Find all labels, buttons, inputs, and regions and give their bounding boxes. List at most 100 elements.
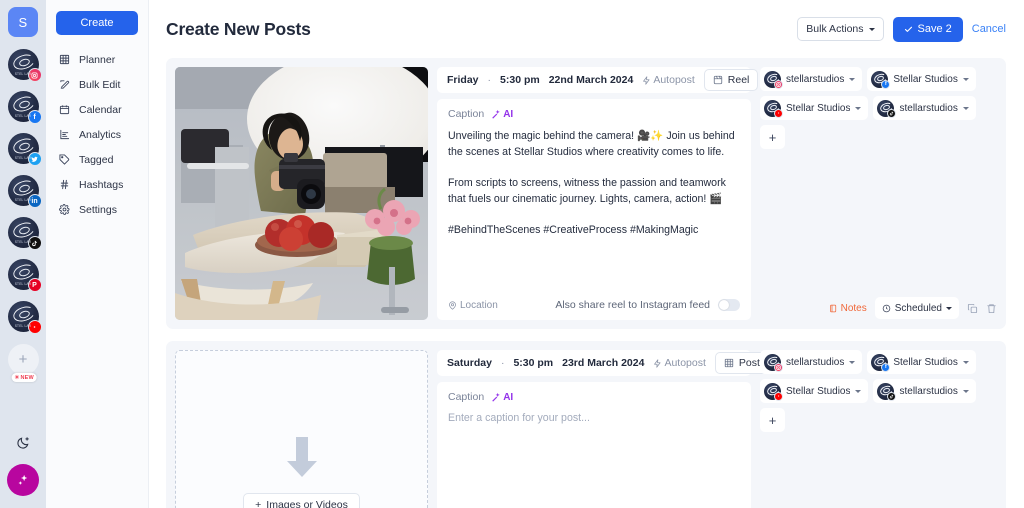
cancel-button[interactable]: Cancel bbox=[972, 23, 1006, 35]
account-chip-facebook[interactable]: f Stellar Studios bbox=[867, 67, 976, 91]
rail-account-tiktok[interactable]: STEL LAR bbox=[7, 217, 42, 250]
chevron-down-icon bbox=[962, 77, 969, 81]
rail-account-pinterest[interactable]: STEL LAR P bbox=[7, 259, 42, 292]
post-card: + Images or Videos Saturday · 5:30 pm 23… bbox=[166, 341, 1006, 508]
post-media[interactable] bbox=[175, 67, 428, 320]
ai-label: AI bbox=[503, 108, 514, 120]
post-details: Saturday · 5:30 pm 23rd March 2024 Autop… bbox=[437, 350, 769, 508]
ai-assistant-button[interactable] bbox=[7, 464, 39, 496]
caption-panel: Caption AI Enter a caption for your post… bbox=[437, 382, 751, 508]
add-account-chip-button[interactable]: + bbox=[760, 408, 785, 432]
account-chip-facebook[interactable]: f Stellar Studios bbox=[867, 350, 976, 374]
post-type-button[interactable]: Reel bbox=[703, 69, 759, 91]
media-dropzone[interactable]: + Images or Videos bbox=[175, 350, 428, 508]
ai-generate-button[interactable]: AI bbox=[491, 109, 513, 120]
post-date[interactable]: 23rd March 2024 bbox=[562, 357, 644, 369]
account-chip-youtube[interactable]: Stellar Studios bbox=[760, 379, 869, 403]
reel-icon bbox=[713, 75, 723, 85]
edit-square-icon bbox=[58, 79, 71, 90]
autopost-button[interactable]: Autopost bbox=[642, 74, 695, 86]
chevron-down-icon bbox=[855, 106, 862, 110]
post-accounts-panel: stellarstudios f Stellar Studios Stellar… bbox=[760, 350, 997, 508]
rail-account-twitter[interactable]: STEL LAR bbox=[7, 133, 42, 166]
rail-account-facebook[interactable]: STEL LAR f bbox=[7, 91, 42, 124]
account-chip-tiktok[interactable]: stellarstudios bbox=[873, 96, 976, 120]
account-chip-instagram[interactable]: stellarstudios bbox=[760, 350, 863, 374]
rail-account-instagram[interactable]: STEL LAR bbox=[7, 49, 42, 82]
avatar bbox=[764, 353, 783, 372]
chevron-down-icon bbox=[849, 77, 856, 81]
add-account-button[interactable]: + ✳ NEW bbox=[7, 344, 39, 382]
caption-header: Caption AI bbox=[448, 391, 740, 403]
bulk-actions-label: Bulk Actions bbox=[806, 23, 864, 35]
page-title: Create New Posts bbox=[166, 18, 311, 39]
avatar bbox=[764, 382, 783, 401]
post-media[interactable]: + Images or Videos bbox=[175, 350, 428, 508]
caption-text[interactable]: Unveiling the magic behind the camera! 🎥… bbox=[448, 129, 740, 239]
location-button[interactable]: Location bbox=[448, 300, 498, 311]
post-type-label: Reel bbox=[727, 74, 750, 86]
account-name: stellarstudios bbox=[786, 73, 845, 85]
ai-generate-button[interactable]: AI bbox=[491, 392, 513, 403]
create-button[interactable]: Create bbox=[56, 11, 138, 35]
dark-mode-toggle-icon[interactable] bbox=[16, 436, 30, 450]
notes-button[interactable]: Notes bbox=[829, 303, 867, 314]
instagram-icon bbox=[774, 362, 783, 372]
meta-separator: · bbox=[500, 357, 505, 369]
rail-account-linkedin[interactable]: STEL LAR in bbox=[7, 175, 42, 208]
calendar-icon bbox=[58, 104, 71, 115]
duplicate-post-button[interactable] bbox=[967, 303, 978, 314]
sidebar-item-planner[interactable]: Planner bbox=[46, 47, 148, 72]
bulk-actions-button[interactable]: Bulk Actions bbox=[797, 17, 884, 41]
sidebar-item-bulk-edit[interactable]: Bulk Edit bbox=[46, 72, 148, 97]
autopost-button[interactable]: Autopost bbox=[653, 357, 706, 369]
caption-placeholder[interactable]: Enter a caption for your post... bbox=[448, 412, 740, 424]
avatar: f bbox=[871, 70, 891, 89]
rail-footer bbox=[0, 436, 46, 496]
add-media-button[interactable]: + Images or Videos bbox=[243, 492, 360, 508]
post-day[interactable]: Saturday bbox=[447, 357, 492, 369]
post-time[interactable]: 5:30 pm bbox=[513, 357, 553, 369]
notes-icon bbox=[829, 304, 838, 313]
caption-footer: Location Also share reel to Instagram fe… bbox=[448, 290, 740, 320]
account-name: stellarstudios bbox=[899, 385, 958, 397]
sidebar-item-settings[interactable]: Settings bbox=[46, 197, 148, 222]
account-chip-tiktok[interactable]: stellarstudios bbox=[873, 379, 976, 403]
sidebar-item-calendar[interactable]: Calendar bbox=[46, 97, 148, 122]
share-to-feed-toggle[interactable] bbox=[718, 299, 740, 311]
sidebar-item-hashtags[interactable]: Hashtags bbox=[46, 172, 148, 197]
save-button[interactable]: Save 2 bbox=[892, 16, 963, 42]
caption-label: Caption bbox=[448, 391, 485, 403]
chevron-down-icon bbox=[962, 360, 969, 364]
post-time[interactable]: 5:30 pm bbox=[500, 74, 540, 86]
account-rail: S STEL LAR STEL LAR f STEL LAR STEL LAR … bbox=[0, 0, 46, 508]
main-content: Create New Posts Bulk Actions Save 2 Can… bbox=[149, 0, 1024, 508]
account-chip-youtube[interactable]: Stellar Studios bbox=[760, 96, 869, 120]
post-date[interactable]: 22nd March 2024 bbox=[549, 74, 634, 86]
brand-avatar[interactable]: S bbox=[8, 7, 38, 37]
chevron-down-icon bbox=[946, 306, 952, 310]
account-chip-instagram[interactable]: stellarstudios bbox=[760, 67, 863, 91]
download-arrow-icon bbox=[285, 436, 319, 479]
sidebar-item-label: Settings bbox=[79, 203, 117, 216]
location-pin-icon bbox=[448, 300, 457, 310]
sidebar-item-label: Bulk Edit bbox=[79, 78, 121, 91]
sidebar-item-tagged[interactable]: Tagged bbox=[46, 147, 148, 172]
youtube-icon bbox=[774, 391, 783, 401]
media-thumbnail[interactable] bbox=[175, 67, 428, 320]
post-day[interactable]: Friday bbox=[447, 74, 479, 86]
rail-account-youtube[interactable]: STEL LAR bbox=[7, 301, 42, 334]
avatar bbox=[764, 70, 783, 89]
status-dropdown[interactable]: Scheduled bbox=[874, 297, 959, 319]
save-label: Save 2 bbox=[917, 23, 952, 35]
sidebar-item-analytics[interactable]: Analytics bbox=[46, 122, 148, 147]
bolt-icon bbox=[653, 358, 662, 368]
delete-post-button[interactable] bbox=[986, 303, 997, 314]
bar-chart-icon bbox=[58, 129, 71, 140]
chevron-down-icon bbox=[849, 360, 856, 364]
posts-list[interactable]: Friday · 5:30 pm 22nd March 2024 Autopos… bbox=[149, 58, 1024, 508]
add-account-chip-button[interactable]: + bbox=[760, 125, 785, 149]
tiktok-icon bbox=[887, 391, 897, 401]
avatar bbox=[877, 99, 897, 118]
autopost-label: Autopost bbox=[664, 357, 706, 369]
